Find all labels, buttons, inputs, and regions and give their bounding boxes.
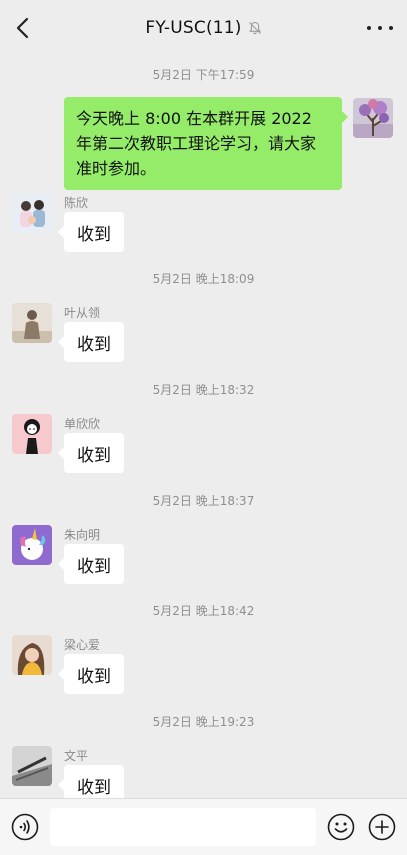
message-timestamp: 5月2日 晚上18:32 — [152, 383, 255, 397]
emoji-button[interactable] — [327, 813, 355, 841]
member-avatar[interactable] — [12, 303, 52, 343]
back-button[interactable] — [10, 14, 34, 42]
sender-name: 文平 — [64, 749, 89, 763]
voice-button[interactable] — [11, 813, 39, 841]
more-dot — [389, 26, 393, 30]
message-list[interactable]: 5月2日 下午17:59 今天晚上 8:00 在本群开展 2022 年第二次教职… — [0, 56, 407, 798]
sender-name: 陈欣 — [64, 196, 89, 210]
emoji-icon — [327, 813, 355, 841]
outgoing-message-bubble[interactable]: 今天晚上 8:00 在本群开展 2022 年第二次教职工理论学习，请大家准时参加… — [64, 97, 348, 190]
sender-name: 单欣欣 — [64, 417, 101, 431]
incoming-message-bubble[interactable]: 收到 — [58, 433, 124, 473]
chevron-left-icon — [16, 17, 29, 39]
incoming-message-bubble[interactable]: 收到 — [58, 654, 124, 694]
plus-icon — [368, 813, 396, 841]
title-group: FY-USC(11) — [145, 18, 261, 38]
bell-off-icon — [248, 21, 262, 35]
incoming-message-bubble[interactable]: 收到 — [58, 544, 124, 584]
message-input[interactable] — [50, 808, 316, 846]
incoming-message-bubble[interactable]: 收到 — [58, 322, 124, 362]
incoming-message-bubble[interactable]: 收到 — [58, 212, 124, 252]
member-avatar[interactable] — [12, 746, 52, 786]
voice-icon — [11, 813, 39, 841]
member-avatar[interactable] — [12, 414, 52, 454]
message-timestamp: 5月2日 晚上18:37 — [152, 494, 255, 508]
chat-header: FY-USC(11) — [0, 0, 407, 56]
more-dot — [378, 26, 382, 30]
plus-button[interactable] — [368, 813, 396, 841]
chat-title: FY-USC(11) — [145, 18, 242, 38]
more-button[interactable] — [367, 16, 393, 40]
member-avatar[interactable] — [12, 525, 52, 565]
input-bar — [0, 798, 407, 855]
message-timestamp: 5月2日 晚上18:09 — [152, 272, 255, 286]
member-avatar[interactable] — [12, 635, 52, 675]
message-timestamp: 5月2日 晚上18:42 — [152, 604, 255, 618]
message-timestamp: 5月2日 晚上19:23 — [152, 715, 255, 729]
sender-name: 梁心爱 — [64, 638, 101, 652]
message-timestamp: 5月2日 下午17:59 — [152, 68, 255, 82]
sender-name: 朱向明 — [64, 528, 101, 542]
sender-name: 叶从领 — [64, 306, 101, 320]
my-avatar[interactable] — [353, 98, 393, 138]
member-avatar[interactable] — [12, 193, 52, 233]
incoming-message-bubble[interactable]: 收到 — [58, 765, 124, 798]
more-dots-icon — [367, 26, 371, 30]
